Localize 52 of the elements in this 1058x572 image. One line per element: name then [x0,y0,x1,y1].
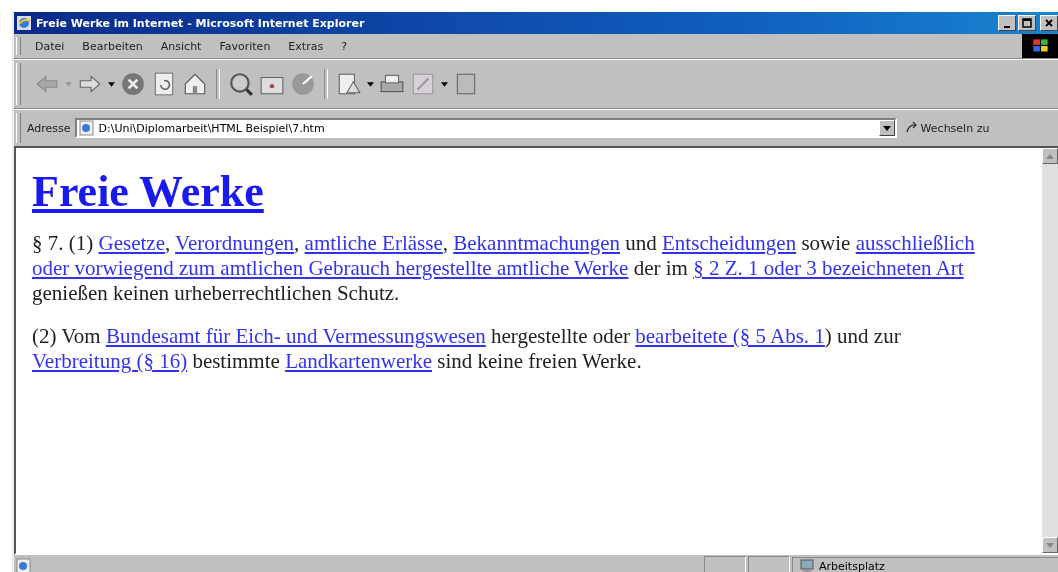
text-link[interactable]: Gesetze [98,231,165,255]
menu-item[interactable]: Bearbeiten [82,39,143,53]
text-link[interactable]: ausschließlich [855,231,975,255]
status-pane [748,556,790,572]
status-pane [704,556,746,572]
text-link[interactable]: bearbeitete (§ 5 Abs. 1 [635,324,825,348]
page-icon [78,120,95,136]
page-heading-link[interactable]: Freie Werke [32,166,264,217]
window-title: Freie Werke im Internet - Microsoft Internet Explorer [36,16,366,30]
windows-logo [1022,34,1058,58]
menu-item[interactable]: Favoriten [219,39,271,53]
text-link[interactable]: Verordnungen [175,231,295,255]
text-link[interactable]: Bundesamt für Eich- und Vermessungswesen [105,324,486,348]
computer-icon [799,558,815,572]
text-link[interactable]: Verbreitung (§ 16) [32,349,188,373]
text-link[interactable]: oder vorwiegend zum amtlichen Gebrauch hergestellte amtliche Werke [32,256,629,280]
text-link[interactable]: § 2 Z. 1 oder 3 bezeichneten Art [693,256,964,280]
maximize-button[interactable] [1018,15,1036,31]
close-icon [1044,18,1054,28]
minimize-button[interactable] [998,15,1016,31]
dropdown-caret-icon[interactable] [441,81,448,87]
address-label: Adresse [27,121,71,135]
maximize-icon [1022,18,1032,28]
address-field[interactable]: D:\Uni\Diplomarbeit\HTML Beispiel\7.htm [74,118,897,138]
paragraph: § 7. (1) Gesetze, Verordnungen, amtliche Erlässe, Bekanntmachungen und Entscheidungen sowie ausschließlich oder vorwiegend zum amtlichen Gebrauch hergestellte amtliche Werke der im § 2 Z. 1 oder 3 bezeichneten Art genießen keinen urheberrechtlichen Schutz. [32,231,976,306]
go-button[interactable]: Wechseln zu [900,121,994,135]
text-link[interactable]: amtliche Erlässe [304,231,443,255]
dropdown-caret-icon[interactable] [367,81,374,87]
stop-icon[interactable] [120,71,146,97]
menu-item[interactable]: Ansicht [160,39,202,53]
scroll-down-button[interactable] [1042,537,1058,553]
zone-label: Arbeitsplatz [819,559,885,572]
browser-icon [16,15,32,31]
home-icon[interactable] [182,71,208,97]
down-arrow-icon [1046,542,1054,548]
dropdown-button[interactable] [878,120,895,136]
text-link[interactable]: Landkartenwerke [285,349,433,373]
paragraph: (2) Vom Bundesamt für Eich- und Vermessungswesen hergestellte oder bearbeitete (§ 5 Abs. 1) und zur Verbreitung (§ 16) bestimmte Landkartenwerke sind keine freien Werke. [32,324,902,374]
search-icon[interactable] [228,71,254,97]
menu-item[interactable]: ? [341,39,347,53]
caret-icon [882,125,891,131]
dropdown-caret-icon[interactable] [108,81,115,87]
minimize-icon [1004,26,1010,28]
menu-item[interactable]: Extras [288,39,324,53]
go-arrow-icon [904,121,919,135]
up-arrow-icon [1046,153,1054,159]
text-link[interactable]: Entscheidungen [662,231,797,255]
menu-item[interactable]: Datei [35,39,65,53]
vertical-scrollbar[interactable] [1042,148,1058,553]
text-link[interactable]: Bekanntmachungen [453,231,621,255]
scroll-up-button[interactable] [1042,148,1058,164]
close-button[interactable] [1040,15,1058,31]
